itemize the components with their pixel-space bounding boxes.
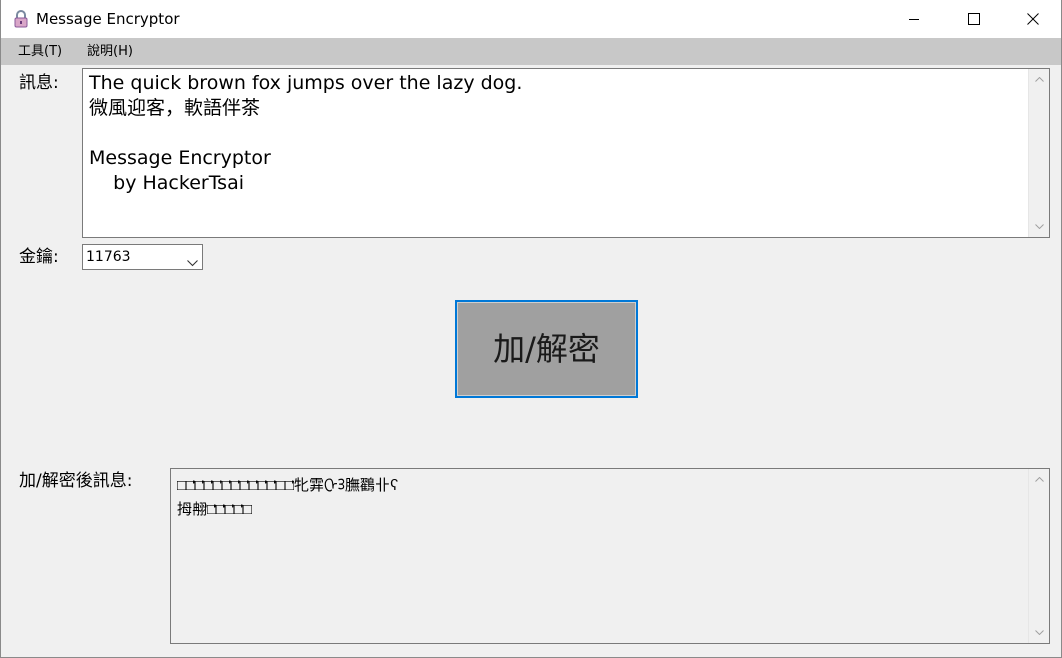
chevron-down-icon[interactable] bbox=[187, 252, 198, 271]
result-output[interactable]: □□ᡃᡃᡃᡃᡃᡃᡃᡃ□ᡃᡃᡃ□ᡃᡃᡃᡃ□ᡃᡃ□ᡃᡃᡃ□ᡃᡃᡃ□ᡃᡃᡃ□ᡃᡃᡃᡃ□… bbox=[170, 468, 1050, 644]
message-label: 訊息: bbox=[19, 73, 59, 93]
lock-icon bbox=[13, 10, 29, 28]
window-title: Message Encryptor bbox=[36, 10, 180, 28]
key-select[interactable]: 11763 bbox=[82, 244, 203, 270]
menu-bar: 工具(T) 說明(H) bbox=[1, 38, 1061, 65]
maximize-icon bbox=[968, 13, 980, 25]
result-label: 加/解密後訊息: bbox=[19, 471, 133, 491]
app-window: Message Encryptor 工具(T) 說明(H) 訊息: The qu… bbox=[0, 0, 1062, 658]
message-scrollbar[interactable] bbox=[1028, 69, 1049, 237]
result-scrollbar[interactable] bbox=[1028, 469, 1049, 643]
scroll-down-icon[interactable] bbox=[1029, 624, 1049, 641]
close-icon bbox=[1027, 13, 1039, 25]
close-button[interactable] bbox=[1003, 0, 1062, 38]
scroll-up-icon[interactable] bbox=[1029, 471, 1049, 488]
result-text: □□ᡃᡃᡃᡃᡃᡃᡃᡃ□ᡃᡃᡃ□ᡃᡃᡃᡃ□ᡃᡃ□ᡃᡃᡃ□ᡃᡃᡃ□ᡃᡃᡃ□ᡃᡃᡃᡃ□… bbox=[177, 478, 399, 519]
message-text: The quick brown fox jumps over the lazy … bbox=[89, 72, 523, 194]
key-label: 金鑰: bbox=[19, 247, 59, 267]
key-value: 11763 bbox=[86, 249, 131, 265]
encrypt-decrypt-button[interactable]: 加/解密 bbox=[455, 300, 638, 398]
menu-help[interactable]: 說明(H) bbox=[87, 43, 133, 60]
encrypt-decrypt-label: 加/解密 bbox=[493, 330, 600, 368]
maximize-button[interactable] bbox=[944, 0, 1004, 38]
scroll-down-icon[interactable] bbox=[1029, 218, 1049, 235]
minimize-icon bbox=[909, 19, 919, 20]
minimize-button[interactable] bbox=[884, 0, 944, 38]
scroll-up-icon[interactable] bbox=[1029, 71, 1049, 88]
menu-tools[interactable]: 工具(T) bbox=[18, 43, 62, 60]
message-input[interactable]: The quick brown fox jumps over the lazy … bbox=[82, 68, 1050, 238]
title-bar[interactable]: Message Encryptor bbox=[1, 0, 1061, 38]
